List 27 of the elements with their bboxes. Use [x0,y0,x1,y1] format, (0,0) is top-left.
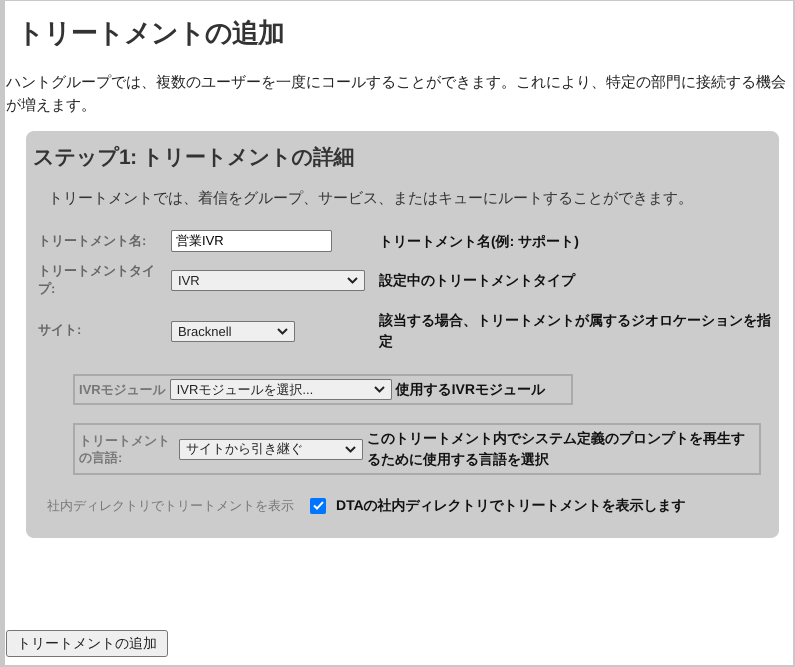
dropdown[interactable]: サイトから引き継ぐ [179,438,363,460]
checkbox[interactable] [310,498,326,514]
field-help: トリートメント名(例: サポート) [379,232,580,251]
name-field[interactable]: 営業IVR [171,230,332,252]
field-help: DTAの社内ディレクトリでトリートメントを表示します [336,496,687,515]
chevron-icon [374,386,385,393]
field-label: 社内ディレクトリでトリートメントを表示 [47,496,295,514]
field-label: IVRモジュール [79,380,166,398]
field-label: トリートメントの言語: [79,432,171,466]
dropdown[interactable]: IVRモジュールを選択... [170,379,392,400]
dropdown[interactable]: IVR [171,270,365,290]
field-help: 使用するIVRモジュール [396,380,546,399]
add-button[interactable]: トリートメントの追加 [6,630,168,657]
field-help: このトリートメント内でシステム定義のプロンプトを再生するために使用する言語を選択 [367,429,746,469]
chevron-icon [277,328,288,335]
dropdown[interactable]: Bracknell [171,321,295,342]
step-heading: ステップ1: トリートメントの詳細 [33,144,356,171]
field-label: サイト: [37,321,82,339]
intro-text: ハントグループでは、複数のユーザーを一度にコールすることができます。これにより、特定の部門に接続する機会が増えます。 [6,73,787,116]
field-label: トリートメントタイプ: [37,262,156,298]
field-help: 該当する場合、トリートメントが属するジオロケーションを指定 [379,311,771,351]
chevron-icon [347,276,358,284]
field-help: 設定中のトリートメントタイプ [379,270,577,290]
step-description: トリートメントでは、着信をグループ、サービス、またはキューにルートすることができます。 [48,189,694,208]
page-title: トリートメントの追加 [17,17,285,50]
chevron-icon [345,446,356,452]
field-label: トリートメント名: [37,232,148,250]
